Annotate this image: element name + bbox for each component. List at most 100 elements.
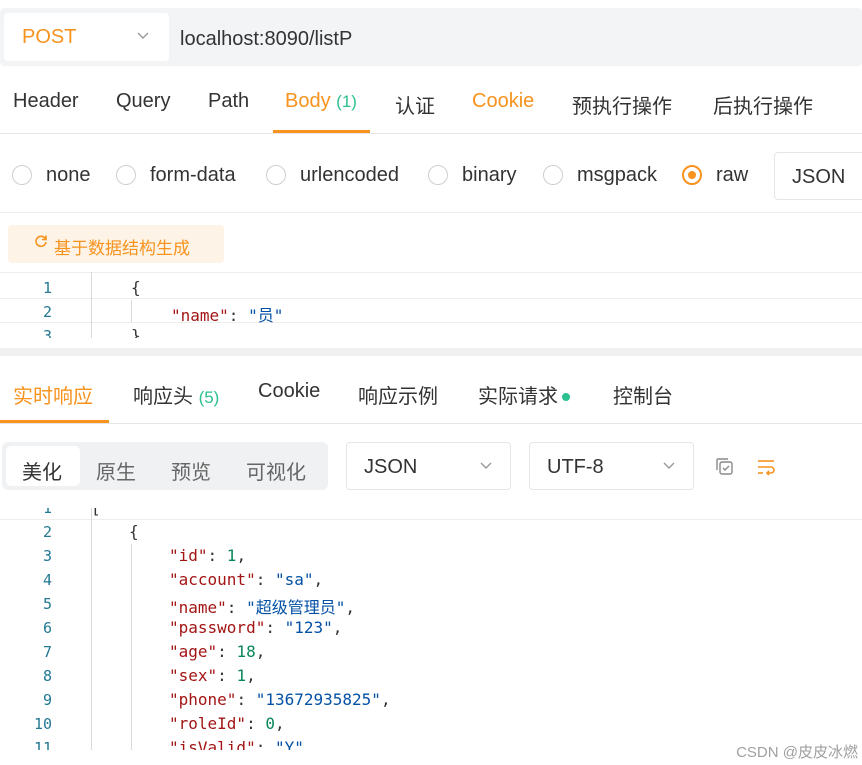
url-input[interactable]: localhost:8090/listP xyxy=(180,28,352,51)
radio-raw[interactable]: raw xyxy=(682,164,748,190)
json-comma: , xyxy=(246,666,256,685)
code-text: "account": "sa", xyxy=(169,570,323,589)
code-text: "name": "超级管理员", xyxy=(169,594,355,618)
line-number: 9 xyxy=(42,691,52,709)
json-value: 1 xyxy=(236,666,247,685)
json-value: 0 xyxy=(265,714,275,733)
status-dot-icon xyxy=(562,393,570,401)
tab-post-script[interactable]: 后执行操作 xyxy=(713,90,813,119)
code-line: 2 { xyxy=(0,520,862,544)
radio-checked-icon xyxy=(682,165,702,185)
radio-circle-icon xyxy=(12,165,32,185)
body-type-radios: none form-data urlencoded binary msgpack… xyxy=(0,150,862,202)
radio-circle-icon xyxy=(116,165,136,185)
indent-guide xyxy=(131,544,132,750)
json-colon: : xyxy=(226,598,247,617)
line-number: 11 xyxy=(33,739,52,750)
radio-label: msgpack xyxy=(577,164,658,186)
chevron-down-icon xyxy=(662,453,676,484)
view-visualize[interactable]: 可视化 xyxy=(246,456,306,485)
code-line: 2 "name": "员" xyxy=(0,299,862,325)
radio-label: urlencoded xyxy=(300,164,399,186)
response-tabs: 实时响应 响应头 (5) Cookie 响应示例 实际请求 控制台 xyxy=(0,358,862,424)
tab-body-count: (1) xyxy=(336,92,357,111)
tab-body-label: Body xyxy=(285,90,331,112)
json-value: 18 xyxy=(236,642,256,661)
line-number: 3 xyxy=(42,327,52,338)
line-number: 4 xyxy=(42,571,52,589)
radio-urlencoded[interactable]: urlencoded xyxy=(266,164,399,190)
tab-cookie[interactable]: Cookie xyxy=(472,90,534,113)
radio-label: none xyxy=(46,164,91,186)
body-format-value: JSON xyxy=(792,166,846,188)
view-beautify[interactable]: 美化 xyxy=(22,456,62,485)
tab-live-response[interactable]: 实时响应 xyxy=(13,380,93,409)
generate-button-label: 基于数据结构生成 xyxy=(54,239,190,258)
tab-response-headers[interactable]: 响应头 (5) xyxy=(133,380,219,409)
radio-circle-icon xyxy=(543,165,563,185)
code-line: 8 "sex": 1, xyxy=(0,664,862,688)
tab-console[interactable]: 控制台 xyxy=(613,380,673,409)
radio-none[interactable]: none xyxy=(12,164,91,190)
radio-circle-icon xyxy=(428,165,448,185)
json-colon: : xyxy=(255,738,275,750)
radio-label: binary xyxy=(462,164,517,186)
response-format-select[interactable]: JSON xyxy=(346,442,511,490)
code-line: 1 { xyxy=(0,275,862,299)
tab-path[interactable]: Path xyxy=(208,90,249,113)
wrap-lines-icon[interactable] xyxy=(755,456,777,478)
response-format-value: JSON xyxy=(364,456,418,478)
tab-response-example[interactable]: 响应示例 xyxy=(358,380,438,409)
json-value: 1 xyxy=(226,546,237,565)
tab-auth[interactable]: 认证 xyxy=(395,90,435,119)
code-line: 4 "account": "sa", xyxy=(0,568,862,592)
line-number: 6 xyxy=(42,619,52,637)
method-select[interactable]: POST xyxy=(4,13,169,61)
json-colon: : xyxy=(255,570,275,589)
json-colon: : xyxy=(217,666,237,685)
radio-label: form-data xyxy=(150,164,236,186)
code-text: "password": "123", xyxy=(169,618,342,637)
json-comma: , xyxy=(236,546,247,565)
panel-splitter[interactable] xyxy=(0,348,862,356)
radio-form-data[interactable]: form-data xyxy=(116,164,236,190)
tab-label: 响应头 xyxy=(133,386,193,408)
request-code-editor[interactable]: 1 { 2 "name": "员" 3 } xyxy=(0,272,862,338)
chevron-down-icon xyxy=(136,23,150,54)
code-text: [ xyxy=(91,508,101,517)
json-comma: , xyxy=(313,570,324,589)
view-preview[interactable]: 预览 xyxy=(171,456,211,485)
json-key: "password" xyxy=(169,618,266,637)
tab-label: 实际请求 xyxy=(478,386,558,408)
code-text: "roleId": 0, xyxy=(169,714,285,733)
body-format-select[interactable]: JSON xyxy=(774,152,862,200)
json-key: "name" xyxy=(169,598,227,617)
json-key: "isValid" xyxy=(169,738,256,750)
json-key: "phone" xyxy=(169,690,237,709)
tab-header[interactable]: Header xyxy=(13,90,79,113)
indent-guide xyxy=(91,508,92,750)
tab-response-cookie[interactable]: Cookie xyxy=(258,380,320,403)
line-number: 8 xyxy=(42,667,52,685)
method-label: POST xyxy=(22,26,77,48)
json-key: "roleId" xyxy=(169,714,247,733)
radio-binary[interactable]: binary xyxy=(428,164,516,190)
chevron-down-icon xyxy=(479,453,493,484)
json-comma: , xyxy=(332,618,343,637)
view-raw[interactable]: 原生 xyxy=(96,456,136,485)
code-line: 11 "isValid": "Y" xyxy=(0,736,862,750)
tab-body[interactable]: Body (1) xyxy=(285,90,357,113)
response-code-viewer[interactable]: 1 [ 2 { 3 "id": 1, 4 "account": "sa", 5 … xyxy=(0,508,862,750)
code-text: } xyxy=(131,326,141,338)
tab-actual-request[interactable]: 实际请求 xyxy=(478,380,570,409)
indent-guide xyxy=(131,300,132,322)
radio-msgpack[interactable]: msgpack xyxy=(543,164,657,190)
copy-icon[interactable] xyxy=(714,456,736,478)
json-colon: : xyxy=(236,690,256,709)
code-line: 6 "password": "123", xyxy=(0,616,862,640)
tab-query[interactable]: Query xyxy=(116,90,170,113)
generate-from-schema-button[interactable]: 基于数据结构生成 xyxy=(8,225,224,263)
request-tabs: Header Query Path Body (1) 认证 Cookie 预执行… xyxy=(0,72,862,134)
tab-pre-script[interactable]: 预执行操作 xyxy=(572,90,672,119)
encoding-select[interactable]: UTF-8 xyxy=(529,442,694,490)
